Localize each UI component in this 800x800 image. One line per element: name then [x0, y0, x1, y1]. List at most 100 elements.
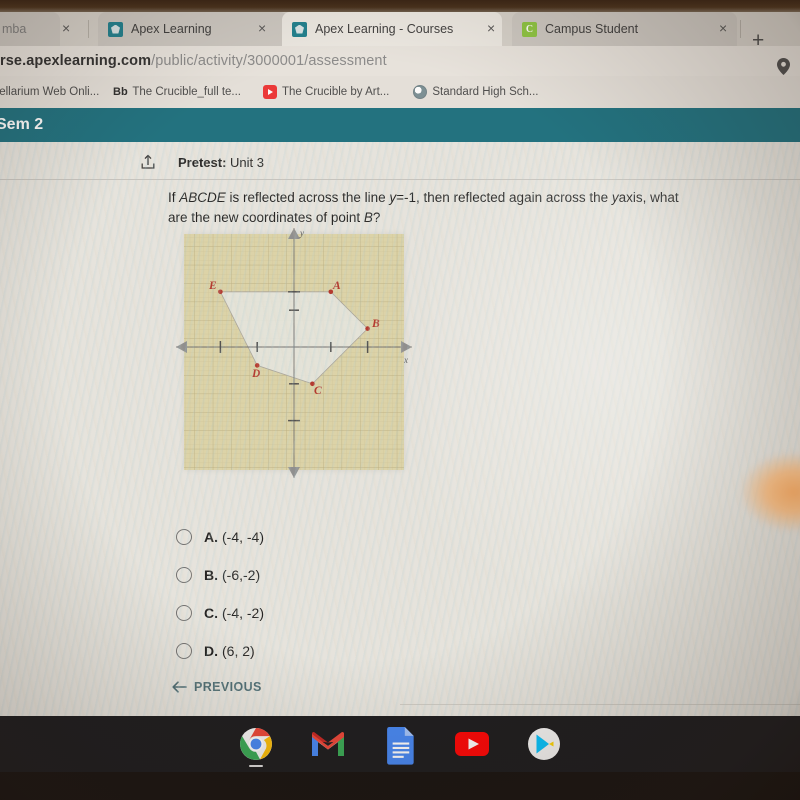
- screen-bezel: [0, 0, 800, 12]
- youtube-icon: [263, 85, 277, 99]
- previous-button-label: PREVIOUS: [194, 680, 262, 694]
- bookmark-label: Standard High Sch...: [432, 86, 539, 98]
- x-axis-arrow-left: [176, 341, 187, 353]
- x-axis-arrow-right: [401, 341, 412, 353]
- browser-tabstrip: mba × Apex Learning × Apex Learning - Co…: [0, 8, 800, 51]
- shelf-active-indicator: [249, 764, 263, 767]
- bookmark-item-1[interactable]: Bb The Crucible_full te...: [113, 85, 241, 99]
- breadcrumb-bold: Pretest:: [178, 154, 227, 170]
- answer-option-d[interactable]: D. (6, 2): [176, 632, 576, 670]
- point-B: [365, 326, 370, 331]
- assessment-page: Pretest: Unit 3 If ABCDE is reflected ac…: [0, 142, 800, 716]
- tab-title: mba: [2, 22, 27, 36]
- globe-icon: [413, 85, 428, 99]
- answer-value: (-4, -2): [222, 605, 264, 621]
- question-part: ?: [372, 209, 381, 225]
- youtube-icon[interactable]: [455, 727, 489, 761]
- answer-option-a[interactable]: A. (-4, -4): [176, 518, 576, 556]
- question-part: If: [168, 190, 180, 205]
- blackboard-icon: Bb: [113, 86, 128, 98]
- bookmark-label: tellarium Web Onli...: [0, 86, 100, 98]
- bookmark-label: The Crucible by Art...: [282, 86, 390, 98]
- question-text: If ABCDE is reflected across the line y=…: [168, 188, 688, 227]
- question-part: =-1, then reflected again across the: [396, 190, 612, 205]
- shelf-icon-row: [0, 716, 800, 772]
- y-axis-arrow-up: [288, 228, 300, 239]
- tab-title: Apex Learning: [131, 22, 212, 36]
- bookmarks-bar: tellarium Web Onli... Bb The Crucible_fu…: [0, 76, 800, 108]
- coordinate-graph: A B C D E y x: [176, 228, 412, 478]
- point-E: [218, 289, 223, 295]
- breadcrumb: Pretest: Unit 3: [140, 154, 264, 170]
- tab-close-icon-1[interactable]: ×: [258, 21, 266, 35]
- radio-button-a[interactable]: [176, 529, 192, 545]
- answer-label-a: A. (-4, -4): [204, 529, 264, 545]
- url-domain: rse.apexlearning.com: [0, 53, 152, 69]
- tab-title: Apex Learning - Courses: [315, 22, 454, 36]
- browser-address-bar[interactable]: rse.apexlearning.com/public/activity/300…: [0, 46, 800, 76]
- question-var-y2: y: [611, 190, 619, 205]
- bookmark-label: The Crucible_full te...: [132, 86, 241, 98]
- google-docs-icon[interactable]: [383, 727, 417, 765]
- question-figure-name: ABCDE: [179, 190, 226, 205]
- share-arrow-icon[interactable]: [140, 154, 156, 170]
- previous-button[interactable]: PREVIOUS: [172, 680, 262, 694]
- chrome-icon[interactable]: [239, 727, 273, 767]
- point-label-E: E: [209, 280, 217, 292]
- answer-letter: A.: [204, 529, 218, 545]
- gmail-icon[interactable]: [311, 727, 345, 761]
- tab-close-icon-0[interactable]: ×: [62, 21, 70, 35]
- answer-letter: C.: [204, 605, 218, 621]
- radio-button-b[interactable]: [176, 567, 192, 583]
- graph-svg: [176, 228, 412, 478]
- arrow-left-icon: [172, 681, 187, 693]
- answer-label-c: C. (-4, -2): [204, 605, 264, 621]
- breadcrumb-label: Pretest: Unit 3: [178, 155, 264, 170]
- browser-tab-2[interactable]: Apex Learning - Courses: [282, 12, 502, 46]
- answer-label-b: B. (-6,-2): [204, 567, 260, 583]
- play-store-icon[interactable]: [527, 727, 561, 761]
- answer-options-list: A. (-4, -4) B. (-6,-2) C. (-4, -2) D. (6, 2): [176, 518, 576, 670]
- radio-button-d[interactable]: [176, 643, 192, 659]
- answer-value: (-6,-2): [222, 567, 261, 583]
- answer-letter: D.: [204, 643, 218, 659]
- course-title: Sem 2: [0, 116, 44, 133]
- tab-close-icon-2[interactable]: ×: [487, 21, 495, 35]
- browser-tab-0[interactable]: mba: [0, 12, 60, 46]
- app-header-bar: Sem 2: [0, 108, 800, 142]
- divider: [0, 179, 800, 180]
- x-axis-label: x: [404, 355, 408, 365]
- radio-button-c[interactable]: [176, 605, 192, 621]
- apex-icon: [292, 21, 307, 37]
- answer-option-c[interactable]: C. (-4, -2): [176, 594, 576, 632]
- answer-value: (-4, -4): [222, 529, 264, 545]
- bookmark-item-2[interactable]: The Crucible by Art...: [263, 85, 389, 99]
- point-label-D: D: [252, 368, 261, 380]
- answer-letter: B.: [204, 567, 218, 583]
- bookmark-item-0[interactable]: tellarium Web Onli...: [0, 86, 99, 98]
- y-axis-arrow-down: [288, 467, 300, 478]
- apex-icon: [108, 21, 123, 37]
- device-bezel-bottom: [0, 772, 800, 800]
- bookmark-item-3[interactable]: Standard High Sch...: [413, 85, 539, 99]
- point-label-A: A: [333, 280, 341, 292]
- campus-icon: C: [522, 21, 537, 37]
- location-pin-icon[interactable]: [777, 58, 790, 75]
- browser-tab-3[interactable]: C Campus Student: [512, 12, 737, 46]
- tab-separator: [740, 20, 741, 38]
- tab-title: Campus Student: [545, 22, 639, 36]
- answer-option-b[interactable]: B. (-6,-2): [176, 556, 576, 594]
- answer-value: (6, 2): [222, 643, 255, 659]
- point-label-B: B: [372, 318, 380, 330]
- url-path: /public/activity/3000001/assessment: [151, 53, 387, 69]
- tab-separator: [88, 20, 89, 38]
- y-axis-label: y: [300, 228, 304, 238]
- point-D: [254, 363, 260, 368]
- question-point-b: B: [363, 209, 373, 225]
- point-label-C: C: [314, 385, 322, 397]
- tab-close-icon-3[interactable]: ×: [719, 21, 727, 35]
- question-part: is reflected across the line: [225, 190, 390, 205]
- chromebook-screen-photo: mba × Apex Learning × Apex Learning - Co…: [0, 0, 800, 800]
- breadcrumb-unit: Unit 3: [230, 154, 265, 170]
- url-text: rse.apexlearning.com/public/activity/300…: [0, 53, 387, 69]
